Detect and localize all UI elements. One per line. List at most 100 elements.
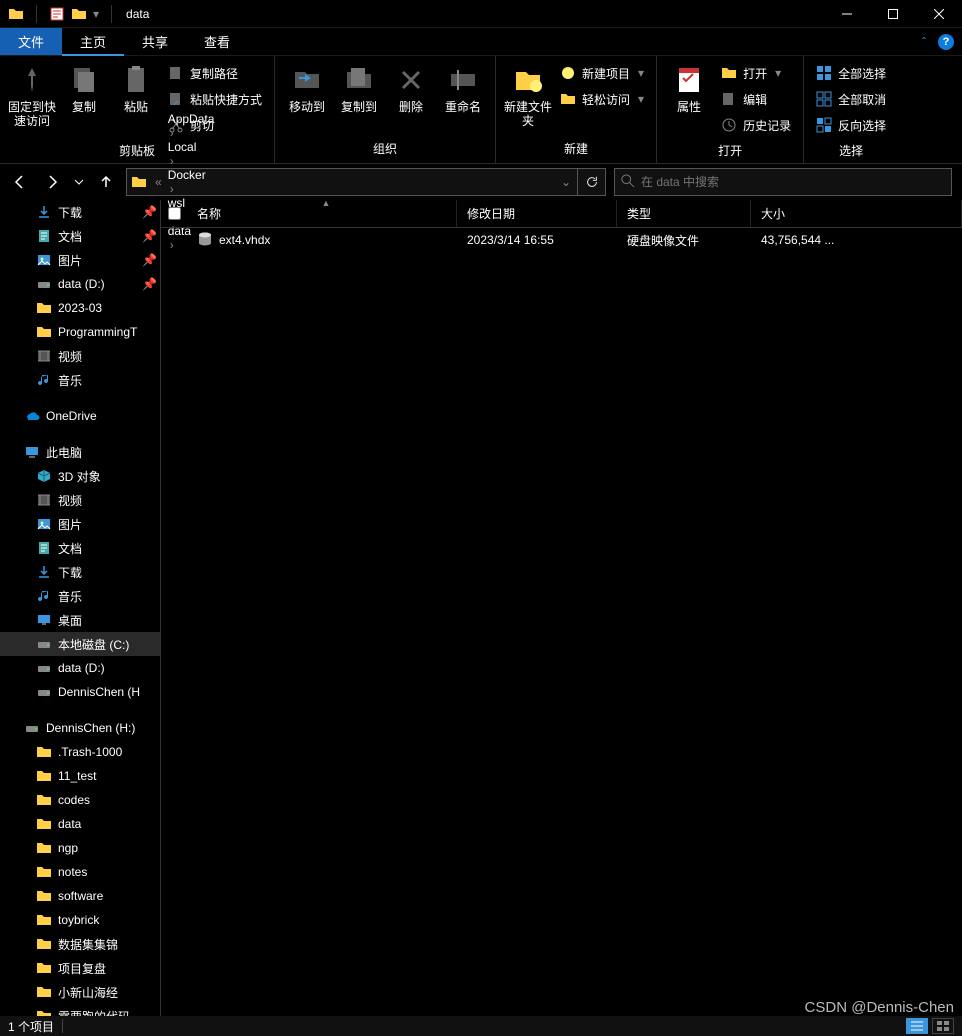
ribbon: 固定到快速访问 复制 粘贴 复制路径 粘贴快捷方式 剪切 剪贴板 移动到 复制到… xyxy=(0,56,962,164)
copy-path-button[interactable]: 复制路径 xyxy=(168,62,262,84)
search-box[interactable] xyxy=(614,168,952,196)
navigation-pane[interactable]: 下载📌文档📌图片📌data (D:)📌2023-03ProgrammingT视频… xyxy=(0,200,160,1016)
forward-button[interactable] xyxy=(40,170,64,194)
sidebar-item[interactable]: 视频 xyxy=(0,488,160,512)
table-row[interactable]: ext4.vhdx 2023/3/14 16:55 硬盘映像文件 43,756,… xyxy=(161,228,962,252)
breadcrumb[interactable]: Local xyxy=(166,140,217,154)
back-button[interactable] xyxy=(8,170,32,194)
easy-access-button[interactable]: 轻松访问▾ xyxy=(560,88,644,110)
title-bar: ▾ data xyxy=(0,0,962,28)
up-button[interactable] xyxy=(94,170,118,194)
sidebar-item[interactable]: 图片📌 xyxy=(0,248,160,272)
sidebar-item[interactable]: 需要跑的代码 xyxy=(0,1004,160,1016)
sidebar-item-label: 桌面 xyxy=(58,612,82,629)
sidebar-item[interactable]: 11_test xyxy=(0,764,160,788)
sidebar-item[interactable]: toybrick xyxy=(0,908,160,932)
pin-to-quick-access-button[interactable]: 固定到快速访问 xyxy=(6,58,58,128)
new-folder-button[interactable]: 新建文件夹 xyxy=(502,58,554,128)
search-input[interactable] xyxy=(641,175,945,189)
sidebar-item[interactable]: 项目复盘 xyxy=(0,956,160,980)
sidebar-item[interactable]: 音乐 xyxy=(0,584,160,608)
address-bar[interactable]: « AppData›Local›Docker›wsl›data› ⌄ xyxy=(126,168,606,196)
maximize-button[interactable] xyxy=(870,0,916,28)
sidebar-item[interactable]: data xyxy=(0,812,160,836)
minimize-button[interactable] xyxy=(824,0,870,28)
column-date[interactable]: 修改日期 xyxy=(457,200,617,227)
icons-view-button[interactable] xyxy=(932,1018,954,1034)
chevron-right-icon[interactable]: › xyxy=(166,182,178,196)
copy-to-button[interactable]: 复制到 xyxy=(333,58,385,114)
sidebar-item[interactable]: 视频 xyxy=(0,344,160,368)
sidebar-item[interactable]: OneDrive xyxy=(0,404,160,428)
sidebar-item-label: notes xyxy=(58,865,87,879)
download-icon xyxy=(36,204,52,220)
sidebar-item[interactable]: 图片 xyxy=(0,512,160,536)
sidebar-item[interactable]: 此电脑 xyxy=(0,440,160,464)
help-icon[interactable]: ? xyxy=(938,34,954,50)
sidebar-item[interactable]: notes xyxy=(0,860,160,884)
sidebar-item[interactable]: DennisChen (H:) xyxy=(0,716,160,740)
select-all-checkbox[interactable] xyxy=(161,207,187,220)
select-all-button[interactable]: 全部选择 xyxy=(816,62,886,84)
details-view-button[interactable] xyxy=(906,1018,928,1034)
paste-button[interactable]: 粘贴 xyxy=(110,58,162,114)
folder-icon xyxy=(36,744,52,760)
folder-icon[interactable] xyxy=(8,6,24,22)
sidebar-item[interactable]: 小新山海经 xyxy=(0,980,160,1004)
sidebar-item[interactable]: 3D 对象 xyxy=(0,464,160,488)
sidebar-item[interactable]: data (D:) xyxy=(0,656,160,680)
breadcrumb[interactable]: AppData xyxy=(166,112,217,126)
rename-button[interactable]: 重命名 xyxy=(437,58,489,114)
sidebar-item[interactable]: codes xyxy=(0,788,160,812)
folder-icon xyxy=(36,888,52,904)
column-type[interactable]: 类型 xyxy=(617,200,751,227)
sidebar-item[interactable]: 2023-03 xyxy=(0,296,160,320)
copy-button[interactable]: 复制 xyxy=(58,58,110,114)
qat-dropdown-icon[interactable]: ▾ xyxy=(93,7,99,21)
sidebar-item[interactable]: 下载📌 xyxy=(0,200,160,224)
close-button[interactable] xyxy=(916,0,962,28)
sidebar-item[interactable]: 文档📌 xyxy=(0,224,160,248)
address-dropdown-icon[interactable]: ⌄ xyxy=(555,175,577,189)
column-name[interactable]: 名称▲ xyxy=(187,200,457,227)
collapse-ribbon-icon[interactable]: ˆ xyxy=(922,35,926,49)
recent-locations-icon[interactable] xyxy=(72,170,86,194)
sidebar-item[interactable]: .Trash-1000 xyxy=(0,740,160,764)
sidebar-item[interactable]: 文档 xyxy=(0,536,160,560)
new-folder-icon[interactable] xyxy=(71,6,87,22)
edit-button[interactable]: 编辑 xyxy=(721,88,791,110)
chevron-right-icon[interactable]: › xyxy=(166,126,178,140)
sidebar-item[interactable]: 本地磁盘 (C:) xyxy=(0,632,160,656)
sidebar-item[interactable]: 数据集集锦 xyxy=(0,932,160,956)
column-size[interactable]: 大小 xyxy=(751,200,962,227)
sidebar-item[interactable]: software xyxy=(0,884,160,908)
sidebar-item[interactable]: 桌面 xyxy=(0,608,160,632)
paste-shortcut-button[interactable]: 粘贴快捷方式 xyxy=(168,88,262,110)
tab-share[interactable]: 共享 xyxy=(124,28,186,55)
sidebar-item[interactable]: 下载 xyxy=(0,560,160,584)
tab-view[interactable]: 查看 xyxy=(186,28,248,55)
open-button[interactable]: 打开▾ xyxy=(721,62,791,84)
sidebar-item[interactable]: DennisChen (H xyxy=(0,680,160,704)
chevron-left-icon[interactable]: « xyxy=(151,175,166,189)
sidebar-item-label: 文档 xyxy=(58,540,82,557)
properties-icon[interactable] xyxy=(49,6,65,22)
select-none-button[interactable]: 全部取消 xyxy=(816,88,886,110)
refresh-button[interactable] xyxy=(577,169,605,195)
sidebar-item[interactable]: ngp xyxy=(0,836,160,860)
tab-home[interactable]: 主页 xyxy=(62,28,124,55)
sidebar-item[interactable]: data (D:)📌 xyxy=(0,272,160,296)
new-item-button[interactable]: 新建项目▾ xyxy=(560,62,644,84)
invert-selection-button[interactable]: 反向选择 xyxy=(816,114,886,136)
sidebar-item-label: 下载 xyxy=(58,204,82,221)
sidebar-item[interactable]: 音乐 xyxy=(0,368,160,392)
history-button[interactable]: 历史记录 xyxy=(721,114,791,136)
sidebar-item-label: software xyxy=(58,889,103,903)
sidebar-item[interactable]: ProgrammingT xyxy=(0,320,160,344)
tab-file[interactable]: 文件 xyxy=(0,28,62,55)
chevron-right-icon[interactable]: › xyxy=(166,154,178,168)
move-to-button[interactable]: 移动到 xyxy=(281,58,333,114)
breadcrumb[interactable]: Docker xyxy=(166,168,217,182)
properties-button[interactable]: 属性 xyxy=(663,58,715,114)
delete-button[interactable]: 删除 xyxy=(385,58,437,114)
